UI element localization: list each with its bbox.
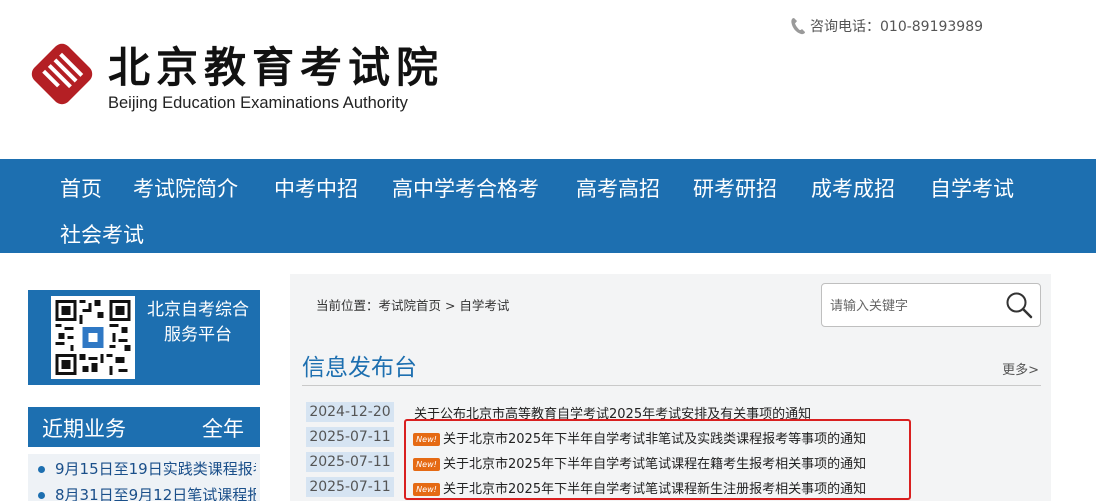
logo-english-name: Beijing Education Examinations Authority [108, 94, 408, 112]
recent-business-header: 近期业务 全年 [28, 407, 260, 447]
bullet-icon [38, 466, 45, 473]
search-box [821, 283, 1041, 327]
qr-code-icon [55, 300, 131, 375]
nav-item-home[interactable]: 首页 [60, 173, 102, 203]
news-title-link[interactable]: New! 关于北京市2025年下半年自学考试笔试课程在籍考生报考相关事项的通知 [413, 453, 866, 472]
new-badge: New! [413, 483, 440, 496]
phone-icon [791, 18, 805, 35]
nav-item-zikao[interactable]: 自学考试 [930, 173, 1014, 203]
news-date: 2024-12-20 [306, 402, 394, 422]
news-title-link[interactable]: New! 关于北京市2025年下半年自学考试笔试课程新生注册报考相关事项的通知 [413, 478, 866, 497]
news-date: 2025-07-11 [306, 427, 394, 447]
nav-item-about[interactable]: 考试院简介 [133, 173, 238, 203]
section-title: 信息发布台 [302, 355, 417, 381]
hotline: 咨询电话：010-89193989 [790, 16, 983, 36]
service-platform-title: 北京自考综合服务平台 [147, 300, 249, 345]
main-nav: 首页 考试院简介 中考中招 高中学考合格考 高考高招 研考研招 成考成招 自学考… [0, 159, 1096, 253]
list-item[interactable]: 9月15日至19日实践类课程报考 [38, 458, 256, 479]
hotline-text: 咨询电话：010-89193989 [810, 19, 984, 35]
nav-item-chengkao[interactable]: 成考成招 [811, 173, 895, 203]
site-header: 北京教育考试院 Beijing Education Examinations A… [0, 0, 1096, 159]
logo-mark-icon [31, 43, 93, 105]
breadcrumb: 当前位置：考试院首页 > 自学考试 [316, 298, 510, 313]
service-platform-card[interactable]: 北京自考综合服务平台 [28, 290, 260, 385]
new-badge: New! [413, 433, 440, 446]
news-title-link[interactable]: 关于公布北京市高等教育自学考试2025年考试安排及有关事项的通知 [414, 403, 811, 422]
nav-item-gaokao[interactable]: 高考高招 [576, 173, 660, 203]
search-input[interactable] [830, 294, 995, 316]
recent-business-title: 近期业务 [42, 417, 126, 441]
main-content: 当前位置：考试院首页 > 自学考试 信息发布台 更多> 2024-12-20 关… [290, 274, 1051, 501]
nav-item-zhongkao[interactable]: 中考中招 [274, 173, 358, 203]
news-date: 2025-07-11 [306, 452, 394, 472]
section-divider [302, 385, 1041, 386]
bullet-icon [38, 492, 45, 499]
more-link[interactable]: 更多> [1002, 359, 1039, 378]
news-date: 2025-07-11 [306, 477, 394, 497]
new-badge: New! [413, 458, 440, 471]
search-icon[interactable] [1004, 290, 1034, 320]
news-title-link[interactable]: New! 关于北京市2025年下半年自学考试非笔试及实践类课程报考等事项的通知 [413, 428, 866, 447]
recent-business-list: 9月15日至19日实践类课程报考 8月31日至9月12日笔试课程报考 [28, 454, 260, 501]
nav-item-shehui[interactable]: 社会考试 [60, 219, 144, 249]
recent-business-year-tab[interactable]: 全年 [202, 413, 244, 443]
logo-chinese-name: 北京教育考试院 [108, 43, 445, 92]
qr-code-image [51, 296, 135, 379]
nav-item-xuekao[interactable]: 高中学考合格考 [392, 173, 539, 203]
nav-item-yankao[interactable]: 研考研招 [693, 173, 777, 203]
list-item[interactable]: 8月31日至9月12日笔试课程报考 [38, 484, 256, 501]
